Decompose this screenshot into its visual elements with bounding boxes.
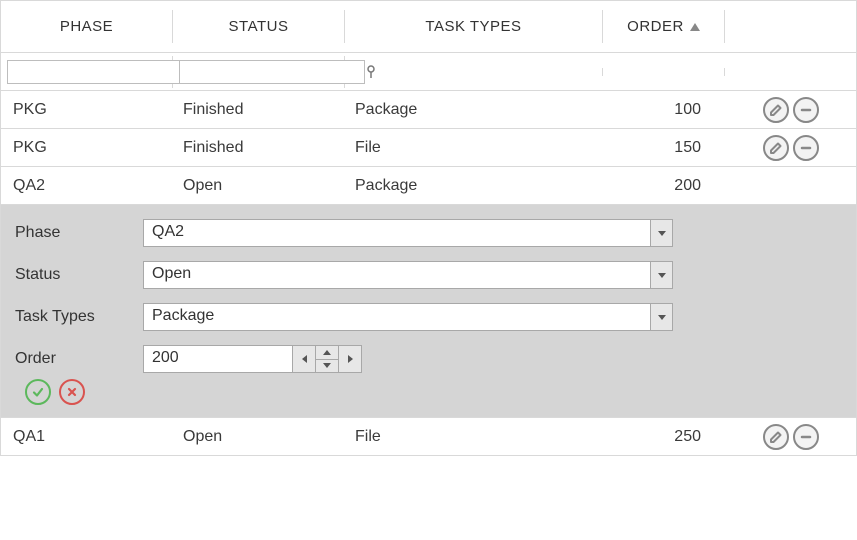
order-increment-button[interactable] (315, 345, 339, 360)
table-row: PKG Finished Package 100 (1, 90, 856, 128)
close-icon (65, 385, 79, 399)
column-header-order[interactable]: ORDER (603, 10, 725, 43)
cell-task-types: Package (345, 93, 603, 127)
filter-status-input[interactable] (179, 60, 365, 84)
edit-button[interactable] (763, 135, 789, 161)
cell-task-types: File (345, 420, 603, 454)
column-header-task-types[interactable]: TASK TYPES (345, 10, 603, 43)
table-row: QA1 Open File 250 (1, 417, 856, 455)
chevron-left-icon (302, 355, 307, 363)
chevron-down-icon[interactable] (650, 220, 672, 246)
cell-phase: PKG (1, 131, 173, 165)
delete-button[interactable] (793, 135, 819, 161)
status-select-value: Open (144, 262, 650, 288)
cell-status: Finished (173, 93, 345, 127)
order-increment-large-button[interactable] (338, 345, 362, 373)
cell-order: 200 (603, 169, 725, 203)
inline-edit-panel: Phase QA2 Status Open Task Types Package… (1, 204, 856, 417)
table-row: QA2 Open Package 200 (1, 166, 856, 204)
chevron-right-icon (348, 355, 353, 363)
order-spinner: 200 (143, 345, 362, 373)
chevron-down-icon[interactable] (650, 304, 672, 330)
column-header-actions (725, 23, 856, 31)
delete-button[interactable] (793, 424, 819, 450)
order-decrement-button[interactable] (315, 359, 339, 374)
table-row: PKG Finished File 150 (1, 128, 856, 166)
task-grid: PHASE STATUS TASK TYPES ORDER (0, 0, 857, 456)
cell-phase: PKG (1, 93, 173, 127)
edit-button[interactable] (763, 97, 789, 123)
cell-status: Open (173, 169, 345, 203)
edit-label-status: Status (11, 266, 143, 284)
task-types-select[interactable]: Package (143, 303, 673, 331)
chevron-up-icon (323, 350, 331, 355)
edit-button[interactable] (763, 424, 789, 450)
cell-task-types: Package (345, 169, 603, 203)
chevron-down-icon (323, 363, 331, 368)
chevron-down-icon[interactable] (650, 262, 672, 288)
phase-select-value: QA2 (144, 220, 650, 246)
order-decrement-large-button[interactable] (292, 345, 316, 373)
cell-phase: QA1 (1, 420, 173, 454)
cell-phase: QA2 (1, 169, 173, 203)
cell-order: 100 (603, 93, 725, 127)
column-header-status[interactable]: STATUS (173, 10, 345, 43)
filter-phase-input[interactable] (7, 60, 193, 84)
cell-task-types: File (345, 131, 603, 165)
edit-label-task-types: Task Types (11, 308, 143, 326)
cancel-edit-button[interactable] (59, 379, 85, 405)
edit-label-order: Order (11, 350, 143, 368)
column-header-row: PHASE STATUS TASK TYPES ORDER (1, 0, 856, 52)
cell-status: Open (173, 420, 345, 454)
edit-label-phase: Phase (11, 224, 143, 242)
cell-order: 150 (603, 131, 725, 165)
sort-ascending-icon (690, 23, 700, 31)
delete-button[interactable] (793, 97, 819, 123)
filter-row (1, 52, 856, 90)
cell-order: 250 (603, 420, 725, 454)
status-select[interactable]: Open (143, 261, 673, 289)
task-types-select-value: Package (144, 304, 650, 330)
cell-status: Finished (173, 131, 345, 165)
order-input[interactable]: 200 (143, 345, 293, 373)
check-icon (31, 385, 45, 399)
phase-select[interactable]: QA2 (143, 219, 673, 247)
confirm-edit-button[interactable] (25, 379, 51, 405)
column-header-phase[interactable]: PHASE (1, 10, 173, 43)
